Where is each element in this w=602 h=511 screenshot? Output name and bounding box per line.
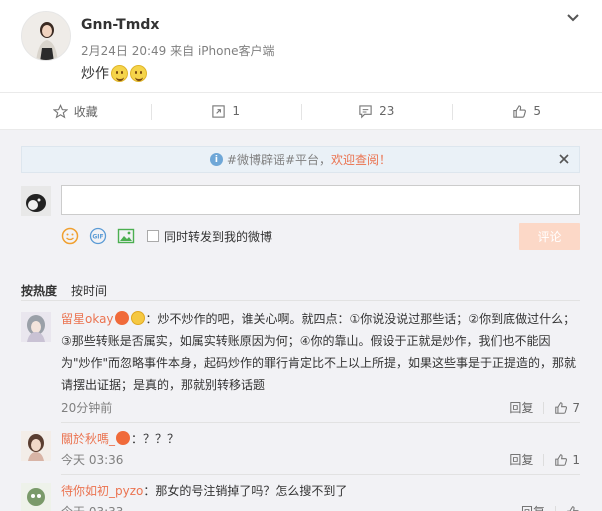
vip-badge-icon — [114, 311, 129, 325]
comment-actions: 回复 — [521, 503, 580, 511]
repost-checkbox[interactable] — [147, 230, 159, 242]
post-card: Gnn-Tmdx 2月24日 20:49 来自 iPhone客户端 炒作 — [0, 0, 602, 92]
post-text: 炒作 — [81, 66, 109, 82]
comment-time: 今天 03:33 — [61, 503, 123, 511]
close-icon[interactable] — [557, 152, 571, 166]
comment-count: 23 — [379, 104, 395, 118]
reply-button[interactable]: 回复 — [521, 503, 555, 511]
commenter-avatar[interactable] — [21, 483, 51, 511]
divider — [61, 422, 580, 423]
image-icon[interactable] — [117, 227, 135, 245]
comment-icon — [359, 104, 372, 118]
thumbs-up-icon — [513, 104, 527, 118]
like-count: 5 — [533, 104, 542, 118]
chevron-down-icon[interactable] — [566, 11, 580, 25]
comment-like-count: 7 — [572, 400, 580, 415]
gif-icon[interactable]: GIF — [89, 227, 107, 245]
post-source[interactable]: 来自 iPhone客户端 — [170, 44, 274, 58]
comment-item: 留星okay ：炒不炒作的吧，谁关心啊。就四点：①你说没说过那些话；②你到底做过什… — [21, 308, 580, 420]
post-date[interactable]: 2月24日 20:49 — [81, 44, 166, 58]
thumbs-up-icon — [555, 401, 568, 414]
comment-body: 留星okay ：炒不炒作的吧，谁关心啊。就四点：①你说没说过那些话；②你到底做过什… — [61, 308, 580, 396]
comments-section: i #微博辟谣#平台， 欢迎查阅！ GIF 同时转发到我的微博 评论 按热度 按时… — [0, 130, 602, 511]
tab-sort-time[interactable]: 按时间 — [71, 282, 107, 299]
smile-emoji-icon — [111, 64, 128, 82]
notice-highlight[interactable]: 欢迎查阅！ — [331, 151, 391, 168]
comment-text: ：？？？ — [131, 432, 180, 446]
like-button[interactable]: 5 — [451, 93, 602, 129]
comment-like-count: 1 — [572, 452, 580, 467]
svg-text:GIF: GIF — [92, 234, 103, 241]
current-user-avatar[interactable] — [21, 186, 51, 216]
medal-badge-icon — [130, 311, 145, 325]
vip-badge-icon — [116, 431, 131, 445]
comment-actions: 回复 1 — [509, 451, 580, 468]
commenter-name[interactable]: 待你如初_pyzo — [61, 484, 143, 498]
repost-button[interactable]: 1 — [150, 93, 302, 129]
info-icon: i — [209, 153, 223, 166]
comment-item: 待你如初_pyzo：那女的号注销掉了吗？怎么搜不到了 今天 03:33 回复 — [21, 480, 580, 511]
repost-count: 1 — [232, 104, 241, 118]
commenter-avatar[interactable] — [21, 431, 51, 461]
reply-button[interactable]: 回复 — [509, 399, 543, 416]
comment-like-button[interactable]: 7 — [554, 401, 580, 415]
tab-sort-hot[interactable]: 按热度 — [21, 282, 57, 299]
rumor-notice-banner[interactable]: i #微博辟谣#平台， 欢迎查阅！ — [21, 146, 580, 173]
thumbs-up-icon — [555, 453, 568, 466]
separator — [555, 505, 556, 511]
author-name[interactable]: Gnn-Tmdx — [81, 17, 159, 33]
comment-body: 關於秋嗎_ ：？？？ — [61, 428, 580, 450]
comment-like-button[interactable] — [566, 505, 580, 511]
divider — [61, 474, 580, 475]
sort-tabs: 按热度 按时间 — [21, 282, 107, 299]
repost-option-label[interactable]: 同时转发到我的微博 — [164, 228, 272, 245]
comment-actions: 回复 7 — [509, 399, 580, 416]
star-icon — [52, 103, 68, 119]
composer-toolbar: GIF 同时转发到我的微博 评论 — [61, 223, 580, 250]
emoji-icon[interactable] — [61, 227, 79, 245]
separator — [543, 401, 545, 414]
reply-button[interactable]: 回复 — [509, 451, 543, 468]
notice-text: #微博辟谣#平台， — [226, 153, 332, 167]
divider — [21, 300, 580, 301]
collect-label: 收藏 — [73, 104, 98, 119]
post-action-bar: 收藏 1 23 5 — [0, 92, 602, 130]
submit-comment-button[interactable]: 评论 — [519, 223, 580, 250]
comment-button[interactable]: 23 — [301, 93, 452, 129]
thumbs-up-icon — [567, 505, 580, 511]
post-content: 炒作 — [81, 63, 147, 83]
commenter-name[interactable]: 關於秋嗎_ — [61, 432, 115, 446]
comment-body: 待你如初_pyzo：那女的号注销掉了吗？怎么搜不到了 — [61, 480, 580, 502]
author-avatar[interactable] — [21, 11, 71, 61]
collect-button[interactable]: 收藏 — [0, 93, 151, 129]
post-meta: 2月24日 20:49 来自 iPhone客户端 — [81, 42, 274, 59]
comment-time: 20分钟前 — [61, 401, 113, 415]
comment-like-button[interactable]: 1 — [554, 453, 580, 467]
commenter-name[interactable]: 留星okay — [61, 312, 114, 326]
repost-icon — [212, 104, 226, 118]
separator — [543, 453, 545, 466]
comment-time: 今天 03:36 — [61, 453, 124, 467]
comment-item: 關於秋嗎_ ：？？？ 今天 03:36 回复 1 — [21, 428, 580, 472]
comment-text: ：那女的号注销掉了吗？怎么搜不到了 — [143, 484, 348, 498]
comment-input[interactable] — [61, 185, 580, 215]
commenter-avatar[interactable] — [21, 312, 51, 342]
smile-emoji-icon — [130, 64, 147, 82]
